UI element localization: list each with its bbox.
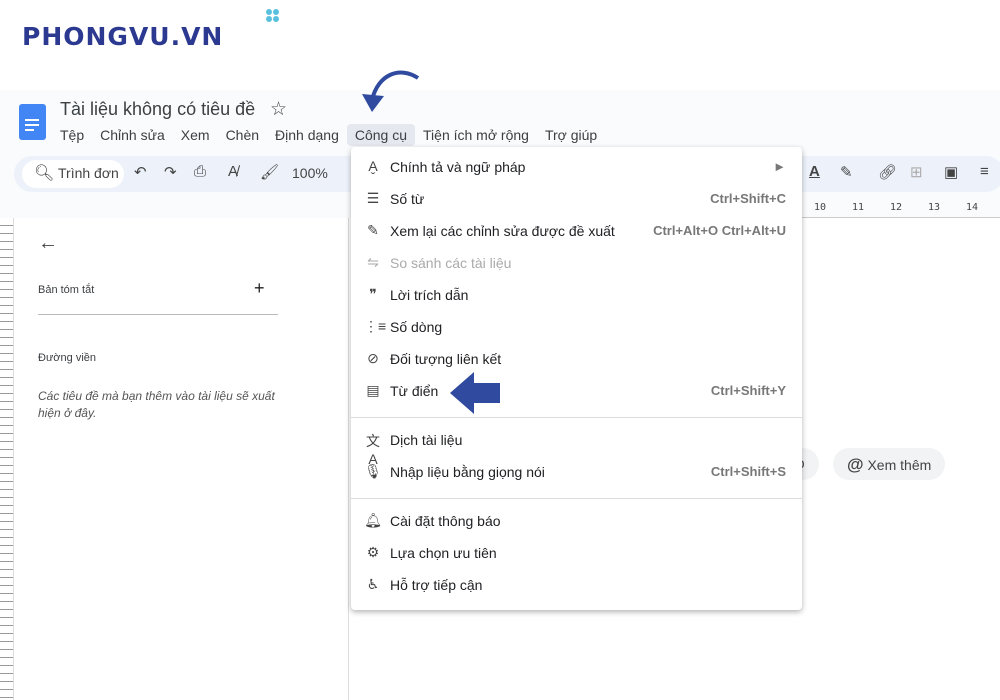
zoom-select[interactable]: 100% <box>292 165 328 181</box>
add-summary-button[interactable]: + <box>254 278 265 299</box>
document-title[interactable]: Tài liệu không có tiêu đề <box>60 99 255 120</box>
menu-divider <box>351 417 802 418</box>
outline-hint: Các tiêu đề mà bạn thêm vào tài liệu sẽ … <box>38 389 275 420</box>
menu-item[interactable]: ✎ Xem lại các chỉnh sửa được đề xuất Ctrl+… <box>351 216 802 248</box>
back-arrow-icon[interactable]: ← <box>38 232 58 255</box>
search-icon: 🔍︎ <box>34 165 55 182</box>
see-more-label: Xem thêm <box>867 457 932 473</box>
menu-item-label: Nhập liệu bằng giọng nói <box>390 464 545 480</box>
menu-file[interactable]: Tệp <box>52 124 92 146</box>
menu-item-shortcut: Ctrl+Shift+S <box>710 464 786 479</box>
ruler-label: 11 <box>852 202 865 213</box>
print-icon[interactable]: ⎙ <box>194 163 206 180</box>
undo-icon[interactable]: ↶ <box>134 163 147 181</box>
at-icon: @ <box>847 455 864 474</box>
menu-item-label: Đối tượng liên kết <box>390 351 502 367</box>
menu-item-shortcut: Ctrl+Shift+C <box>710 191 786 206</box>
menu-item[interactable]: ▤ Từ điển Ctrl+Shift+Y <box>351 376 802 408</box>
add-comment-icon[interactable]: ⊞ <box>910 163 923 181</box>
menu-item-shortcut: Ctrl+Alt+O Ctrl+Alt+U <box>653 223 786 238</box>
menu-item-label: Lựa chọn ưu tiên <box>390 545 497 561</box>
menu-divider <box>351 498 802 499</box>
image-icon[interactable]: ▣ <box>944 163 958 181</box>
menu-item-label: Dịch tài liệu <box>390 432 463 448</box>
menu-item-label: Lời trích dẫn <box>390 287 469 303</box>
menu-item[interactable]: 🎙︎ Nhập liệu bằng giọng nói Ctrl+Shift+S <box>351 457 802 489</box>
review-edits-icon: ✎ <box>367 222 379 238</box>
microphone-icon: 🎙︎ <box>364 463 382 479</box>
outline-label: Đường viền <box>38 352 96 364</box>
ruler-label: 13 <box>928 202 941 213</box>
summary-label: Bản tóm tắt <box>38 284 95 296</box>
menu-item[interactable]: ♿︎ Hỗ trợ tiếp cận <box>351 570 802 602</box>
bell-icon: 🔔︎ <box>364 512 382 528</box>
menu-format[interactable]: Định dạng <box>267 124 347 146</box>
menu-item[interactable]: 🔔︎ Cài đặt thông báo <box>351 506 802 538</box>
highlight-icon[interactable]: ✎ <box>840 163 853 181</box>
word-count-icon: ☰ <box>366 190 380 206</box>
menu-insert[interactable]: Chèn <box>218 124 267 146</box>
spellcheck-icon: A̬ <box>368 158 378 174</box>
docs-logo-icon[interactable] <box>19 104 46 140</box>
ruler-label: 14 <box>966 202 979 213</box>
star-icon[interactable]: ☆ <box>270 98 287 121</box>
align-icon[interactable]: ≡ <box>980 163 989 180</box>
menu-item-label: Chính tả và ngữ pháp <box>390 159 526 175</box>
compare-icon: ⇋ <box>367 254 379 270</box>
paint-format-icon[interactable]: 🖌︎ <box>260 163 279 181</box>
menu-edit[interactable]: Chỉnh sửa <box>92 124 173 146</box>
divider <box>38 314 278 315</box>
menu-item[interactable]: ⚙ Lựa chọn ưu tiên <box>351 538 802 570</box>
menu-item-label: Xem lại các chỉnh sửa được đề xuất <box>390 223 615 239</box>
ruler-label: 10 <box>814 202 827 213</box>
accessibility-icon: ♿︎ <box>366 576 380 592</box>
logo-dots-icon <box>266 9 280 23</box>
link-icon[interactable]: 🔗︎ <box>878 163 897 181</box>
menu-item-label: Số từ <box>390 191 425 207</box>
menu-item-shortcut: Ctrl+Shift+Y <box>710 383 786 398</box>
menu-item[interactable]: A̬ Chính tả và ngữ pháp ► <box>351 152 802 184</box>
curved-arrow-annotation <box>362 70 420 112</box>
menu-item-label: Từ điển <box>390 383 439 399</box>
menu-item-label: Cài đặt thông báo <box>390 513 501 529</box>
menu-extensions[interactable]: Tiện ích mở rộng <box>415 124 537 146</box>
vertical-ruler <box>0 218 14 700</box>
phongvu-logo: PHONGVU.VN <box>22 22 224 51</box>
menu-item[interactable]: 文A Dịch tài liệu <box>351 425 802 467</box>
menu-search-input[interactable]: 🔍︎ Trình đơn <box>22 160 124 188</box>
spellcheck-icon[interactable]: A̸ <box>228 163 238 180</box>
quote-icon: ❞ <box>369 286 377 302</box>
menu-item[interactable]: ⊘ Đối tượng liên kết <box>351 344 802 376</box>
ruler-label: 12 <box>890 202 903 213</box>
menu-item-label: Số dòng <box>390 319 443 335</box>
menu-item[interactable]: ⋮≡ Số dòng <box>351 312 802 344</box>
left-arrow-annotation <box>450 372 500 414</box>
text-color-icon[interactable]: A <box>809 163 820 180</box>
menu-item[interactable]: ❞ Lời trích dẫn <box>351 280 802 312</box>
menu-item-label: Hỗ trợ tiếp cận <box>390 577 483 593</box>
outline-panel: ← Bản tóm tắt + Đường viền Các tiêu đề m… <box>14 218 349 700</box>
linked-objects-icon: ⊘ <box>367 350 379 366</box>
dictionary-icon: ▤ <box>366 382 380 398</box>
redo-icon[interactable]: ↷ <box>164 163 177 181</box>
preferences-icon: ⚙ <box>366 544 380 560</box>
search-placeholder: Trình đơn <box>58 165 119 181</box>
menu-item[interactable]: ☰ Số từ Ctrl+Shift+C <box>351 184 802 216</box>
menu-help[interactable]: Trợ giúp <box>537 124 605 146</box>
tools-dropdown-menu: A̬ Chính tả và ngữ pháp ► ☰ Số từ Ctrl+Shift+… <box>351 147 802 610</box>
menu-item-shortcut: ► <box>773 159 786 174</box>
line-numbers-icon: ⋮≡ <box>364 318 387 334</box>
menu-item: ⇋ So sánh các tài liệu <box>351 248 802 280</box>
see-more-chip[interactable]: @ Xem thêm <box>833 448 946 480</box>
horizontal-ruler: 10 11 12 13 14 <box>800 200 1000 218</box>
menu-view[interactable]: Xem <box>173 124 218 146</box>
menu-tools[interactable]: Công cụ <box>346 124 416 146</box>
menu-bar: Tệp Chỉnh sửa Xem Chèn Định dạng Công cụ… <box>52 124 605 146</box>
menu-item-label: So sánh các tài liệu <box>390 255 512 271</box>
